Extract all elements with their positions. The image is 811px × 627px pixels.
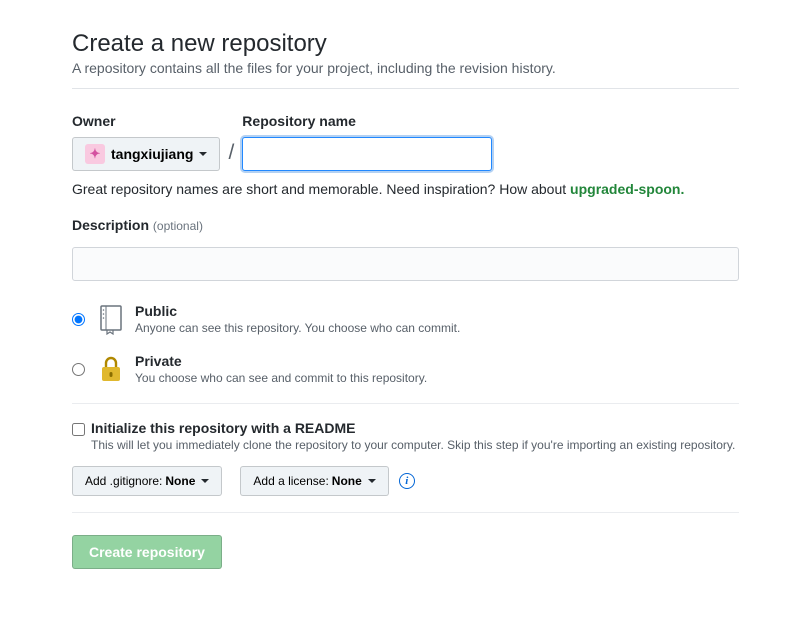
chevron-down-icon [201,479,209,483]
divider [72,403,739,404]
private-radio[interactable] [72,363,85,376]
public-title: Public [135,303,460,319]
avatar: ✦ [85,144,105,164]
gitignore-select-button[interactable]: Add .gitignore: None [72,466,222,496]
visibility-private-option[interactable]: Private You choose who can see and commi… [72,353,739,385]
visibility-public-option[interactable]: Public Anyone can see this repository. Y… [72,303,739,335]
readme-option[interactable]: Initialize this repository with a README… [72,420,739,452]
divider [72,88,739,89]
owner-select-button[interactable]: ✦ tangxiujiang [72,137,220,171]
readme-checkbox[interactable] [72,423,85,436]
description-label: Description (optional) [72,217,739,233]
repo-name-label: Repository name [242,113,492,129]
readme-title: Initialize this repository with a README [91,420,735,436]
optional-tag: (optional) [153,219,203,233]
description-input[interactable] [72,247,739,281]
repo-name-input[interactable] [242,137,492,171]
repo-icon [95,303,127,335]
lock-icon [95,353,127,385]
separator-slash: / [228,141,234,165]
private-desc: You choose who can see and commit to thi… [135,371,427,385]
owner-label: Owner [72,113,220,129]
name-suggestion-link[interactable]: upgraded-spoon. [570,181,684,197]
create-repository-button[interactable]: Create repository [72,535,222,569]
repo-name-hint: Great repository names are short and mem… [72,181,739,197]
divider [72,512,739,513]
public-desc: Anyone can see this repository. You choo… [135,321,460,335]
readme-desc: This will let you immediately clone the … [91,438,735,452]
license-select-button[interactable]: Add a license: None [240,466,388,496]
private-title: Private [135,353,427,369]
page-title: Create a new repository [72,30,739,58]
chevron-down-icon [368,479,376,483]
owner-username: tangxiujiang [111,146,193,162]
public-radio[interactable] [72,313,85,326]
page-subtitle: A repository contains all the files for … [72,60,739,76]
chevron-down-icon [199,152,207,156]
info-icon[interactable]: i [399,473,415,489]
